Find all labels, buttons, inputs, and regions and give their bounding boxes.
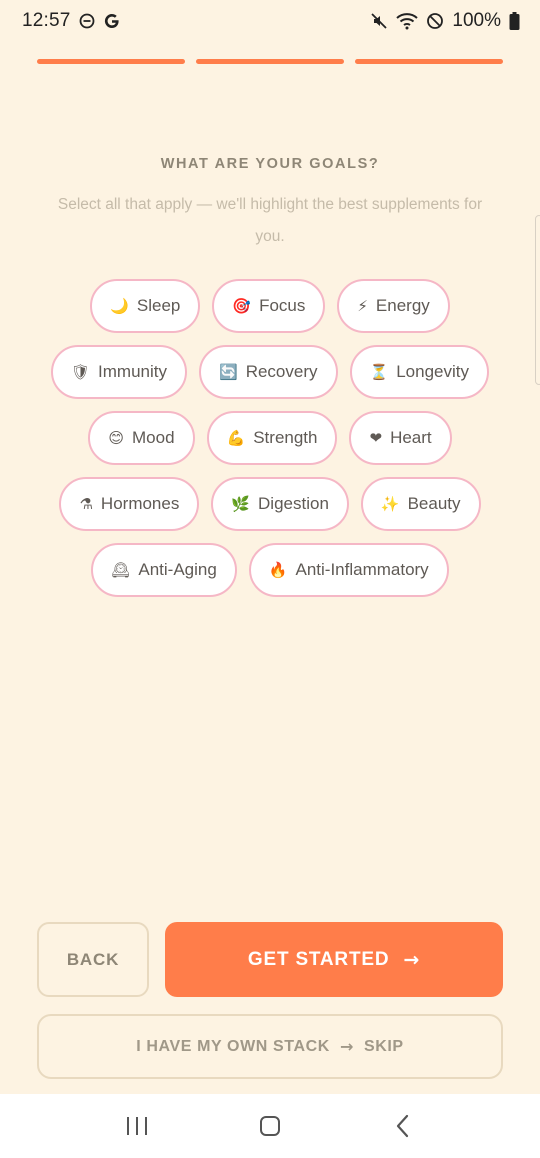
- goal-icon: 🌙: [110, 296, 129, 315]
- skip-own-stack-label: I HAVE MY OWN STACK: [136, 1037, 330, 1055]
- goal-icon: 🕰: [111, 560, 131, 579]
- goal-icon: 😊: [108, 428, 124, 447]
- get-started-button[interactable]: GET STARTED →: [165, 922, 503, 997]
- goal-chip-label: Longevity: [396, 362, 469, 381]
- google-icon: [103, 12, 121, 30]
- goal-icon: 🔥: [268, 560, 288, 579]
- goal-chip-label: Energy: [375, 296, 430, 315]
- goal-chip-hormones[interactable]: ⚗ Hormones: [59, 477, 200, 531]
- arrow-right-icon: →: [339, 1037, 354, 1056]
- goal-chip-row: 🌙 Sleep 🎯 Focus ⚡ Energy: [90, 279, 450, 333]
- goal-icon: ⚡: [357, 296, 368, 315]
- skip-label: SKIP: [363, 1037, 404, 1055]
- goal-chip-label: Anti-Aging: [138, 560, 217, 579]
- status-bar: 12:57 100%: [0, 0, 540, 42]
- goal-icon: 🌿: [231, 494, 251, 513]
- back-nav-icon[interactable]: [373, 1106, 433, 1146]
- goal-icon: ❤: [369, 428, 383, 447]
- goal-icon: ✨: [380, 494, 400, 513]
- progress-step-3: [355, 59, 503, 64]
- page-title: WHAT ARE YOUR GOALS?: [160, 156, 380, 172]
- get-started-label: GET STARTED: [247, 948, 390, 970]
- goal-chip-row: 🕰 Anti-Aging 🔥 Anti-Inflammatory: [91, 543, 449, 597]
- goal-chip-strength[interactable]: 💪 Strength: [206, 411, 338, 465]
- goal-chip-focus[interactable]: 🎯 Focus: [212, 279, 326, 333]
- do-not-disturb-icon: [79, 13, 95, 29]
- goal-chip-immunity[interactable]: 🛡 Immunity: [51, 345, 188, 399]
- goal-chip-label: Beauty: [407, 494, 461, 513]
- mute-icon: [370, 12, 388, 30]
- goal-chip-row: ⚗ Hormones 🌿 Digestion ✨ Beauty: [59, 477, 481, 531]
- goal-icon: 🎯: [232, 296, 252, 315]
- goal-chip-row: 😊 Mood 💪 Strength ❤ Heart: [88, 411, 452, 465]
- goal-chip-row: 🛡 Immunity 🔄 Recovery ⏳ Longevity: [51, 345, 489, 399]
- home-icon[interactable]: [240, 1106, 300, 1146]
- goal-chip-anti-aging[interactable]: 🕰 Anti-Aging: [91, 543, 237, 597]
- edge-handle[interactable]: [535, 215, 540, 385]
- goal-chip-sleep[interactable]: 🌙 Sleep: [90, 279, 201, 333]
- progress-indicator: [37, 59, 503, 65]
- goal-chip-label: Mood: [132, 428, 175, 447]
- goal-chip-anti-inflammatory[interactable]: 🔥 Anti-Inflammatory: [248, 543, 449, 597]
- skip-button[interactable]: I HAVE MY OWN STACK → SKIP: [37, 1014, 503, 1079]
- goal-chip-energy[interactable]: ⚡ Energy: [337, 279, 450, 333]
- goal-chip-label: Strength: [253, 428, 318, 447]
- goal-chip-label: Heart: [390, 428, 432, 447]
- goal-chip-beauty[interactable]: ✨ Beauty: [360, 477, 481, 531]
- block-icon: [426, 12, 444, 30]
- goal-icon: 💪: [226, 428, 246, 447]
- back-button[interactable]: BACK: [37, 922, 149, 997]
- goal-icon: ⏳: [369, 362, 389, 381]
- status-left: 12:57: [22, 10, 121, 32]
- status-time: 12:57: [22, 10, 71, 31]
- goal-chip-longevity[interactable]: ⏳ Longevity: [349, 345, 489, 399]
- app-root: 12:57 100% WHAT ARE YOUR GOALS? Select a…: [0, 0, 540, 1158]
- goal-chip-label: Focus: [259, 296, 306, 315]
- goal-icon: 🔄: [219, 362, 238, 381]
- recent-apps-icon[interactable]: [107, 1106, 167, 1146]
- page-subtitle: Select all that apply — we'll highlight …: [57, 196, 483, 245]
- battery-icon: [509, 12, 520, 30]
- goal-chip-mood[interactable]: 😊 Mood: [88, 411, 195, 465]
- arrow-right-icon: →: [403, 948, 421, 971]
- progress-step-1: [37, 59, 185, 64]
- status-right: 100%: [370, 10, 520, 32]
- wifi-icon: [396, 12, 419, 30]
- battery-percent: 100%: [452, 10, 501, 31]
- goal-chip-digestion[interactable]: 🌿 Digestion: [211, 477, 349, 531]
- goal-chip-label: Anti-Inflammatory: [295, 560, 429, 579]
- goal-chip-recovery[interactable]: 🔄 Recovery: [199, 345, 338, 399]
- goal-chip-label: Immunity: [98, 362, 168, 381]
- goal-chip-label: Hormones: [100, 494, 180, 513]
- goal-chip-label: Digestion: [258, 494, 329, 513]
- goal-chip-heart[interactable]: ❤ Heart: [349, 411, 452, 465]
- system-nav-bar: [0, 1094, 540, 1158]
- goal-icon: 🛡: [71, 362, 91, 381]
- goal-icon: ⚗: [79, 494, 93, 513]
- goal-chip-list: 🌙 Sleep 🎯 Focus ⚡ Energy 🛡 Immunity 🔄 Recovery ⏳ Lo…: [40, 279, 500, 597]
- goal-chip-label: Recovery: [245, 362, 318, 381]
- progress-step-2: [196, 59, 344, 64]
- goal-chip-label: Sleep: [136, 296, 181, 315]
